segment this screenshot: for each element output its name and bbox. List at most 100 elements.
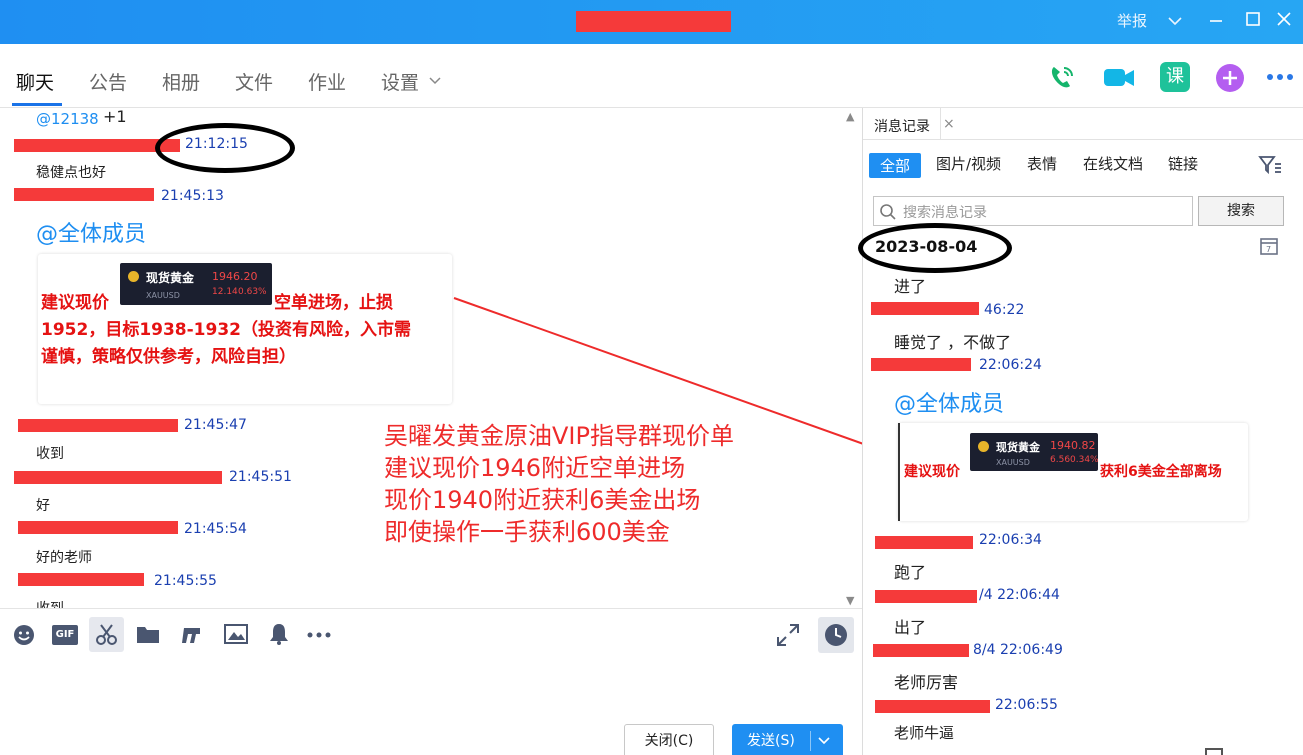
annotation-line: 现价1940附近获利6美金出场: [384, 486, 701, 514]
ticker-name: 现货黄金: [146, 271, 195, 285]
history-time: 22:06:34: [979, 532, 1042, 548]
close-button[interactable]: 关闭(C): [624, 724, 714, 755]
message-time: 21:45:51: [229, 469, 292, 485]
annotation-arrow: [453, 297, 894, 456]
chevron-down-icon[interactable]: [817, 734, 831, 748]
ticker-price: 1946.20: [212, 270, 258, 283]
close-icon[interactable]: ×: [943, 116, 955, 132]
more-icon[interactable]: [306, 631, 334, 639]
history-tab-strip: 消息记录 ×: [863, 108, 1303, 140]
clock-icon: [825, 624, 847, 646]
active-tab-indicator: [12, 103, 62, 106]
history-button[interactable]: [818, 617, 854, 653]
input-toolbar: GIF: [0, 608, 862, 658]
message-text: 好的老师: [36, 550, 92, 566]
search-button[interactable]: 搜索: [1198, 196, 1284, 226]
gold-coin-icon: [978, 441, 989, 452]
message-time: 21:45:55: [154, 573, 217, 589]
calendar-icon[interactable]: 7: [1259, 236, 1279, 256]
plus-one-text: +1: [103, 108, 127, 126]
gold-coin-icon: [128, 271, 139, 282]
bell-icon[interactable]: [268, 622, 290, 646]
search-placeholder: 搜索消息记录: [903, 205, 987, 221]
history-time: /4 22:06:44: [979, 587, 1060, 603]
filter-stickers[interactable]: 表情: [1027, 153, 1057, 174]
history-message: 睡觉了 ，不做了: [894, 333, 1012, 352]
chevron-down-icon[interactable]: [1166, 12, 1184, 30]
redacted-sender: [18, 521, 178, 534]
history-message: 跑了: [894, 563, 927, 582]
scroll-up-icon[interactable]: ▲: [846, 110, 854, 123]
ticker-name: 现货黄金: [996, 441, 1040, 454]
message-text: 收到: [36, 598, 64, 608]
redacted-sender: [871, 358, 971, 371]
more-icon[interactable]: [1266, 72, 1296, 82]
emoji-icon[interactable]: [12, 623, 36, 647]
mention-all-text[interactable]: @全体成员: [36, 216, 146, 248]
send-label: 发送(S): [747, 733, 795, 749]
message-text: 好: [36, 498, 50, 514]
tab-announcements[interactable]: 公告: [89, 68, 127, 95]
tab-settings[interactable]: 设置: [381, 68, 419, 95]
card-border: [898, 423, 900, 521]
filter-links[interactable]: 链接: [1168, 153, 1198, 174]
ticker-percent: 0.34%: [1070, 455, 1099, 465]
scroll-down-icon[interactable]: ▼: [846, 594, 854, 607]
folder-icon[interactable]: [136, 623, 160, 645]
filter-docs[interactable]: 在线文档: [1083, 153, 1143, 174]
redacted-sender: [871, 302, 979, 315]
tab-homework[interactable]: 作业: [308, 68, 346, 95]
history-time: 8/4 22:06:49: [973, 642, 1063, 658]
profit-image-card[interactable]: 建议现价 现货黄金 XAUUSD 1940.82 6.56 0.34% 获利6美…: [898, 423, 1248, 521]
redacted-sender: [18, 573, 144, 586]
strategy-image-card[interactable]: 建议现价 现货黄金 XAUUSD 1946.20 12.14 0.63% 空单进…: [38, 254, 452, 404]
phone-icon[interactable]: [1046, 62, 1078, 94]
plus-icon[interactable]: [1214, 62, 1246, 94]
message-time: 21:45:47: [184, 417, 247, 433]
checkbox-partial[interactable]: [1205, 748, 1223, 755]
redacted-sender: [875, 700, 990, 713]
ticker-symbol: XAUUSD: [146, 291, 180, 300]
filter-media[interactable]: 图片/视频: [936, 153, 1001, 174]
redacted-sender: [873, 644, 969, 657]
search-icon: [880, 204, 896, 220]
gif-icon[interactable]: GIF: [52, 625, 78, 645]
history-time: 22:06:55: [995, 697, 1058, 713]
redacted-sender: [14, 471, 222, 484]
message-history-panel: 消息记录 × 全部 图片/视频 表情 在线文档 链接 搜索消息记录 搜索 202…: [858, 108, 1303, 755]
card-text-suffix: 获利6美金全部离场: [1100, 464, 1222, 480]
history-search-field[interactable]: 搜索消息记录: [873, 196, 1193, 226]
music-icon[interactable]: [180, 623, 204, 647]
group-tab-bar: 聊天 公告 相册 文件 作业 设置 课: [0, 44, 1303, 108]
send-button[interactable]: 发送(S): [732, 724, 843, 755]
gold-ticker: 现货黄金 XAUUSD 1940.82 6.56 0.34%: [970, 433, 1099, 471]
message-text: 稳健点也好: [36, 165, 106, 181]
image-icon[interactable]: [224, 623, 248, 645]
filter-icon[interactable]: [1258, 154, 1282, 176]
chevron-down-icon[interactable]: [428, 74, 442, 88]
close-icon[interactable]: [1275, 10, 1293, 28]
highlight-circle: [858, 223, 1012, 273]
highlight-circle: [155, 123, 295, 173]
tab-files[interactable]: 文件: [235, 68, 273, 95]
history-tab[interactable]: 消息记录 ×: [863, 108, 955, 140]
redacted-sender: [875, 536, 973, 549]
ticker-symbol: XAUUSD: [996, 458, 1030, 467]
redacted-group-name: [576, 11, 731, 32]
tab-album[interactable]: 相册: [162, 68, 200, 95]
minimize-icon[interactable]: [1207, 12, 1225, 30]
ticker-change: 6.56: [1050, 455, 1071, 465]
lesson-icon[interactable]: 课: [1160, 62, 1190, 92]
history-time: 46:22: [984, 302, 1025, 318]
expand-icon[interactable]: [776, 623, 800, 647]
mention-all-text[interactable]: @全体成员: [894, 386, 1004, 418]
mention-link[interactable]: @12138: [36, 110, 99, 128]
card-text-prefix: 建议现价: [904, 464, 960, 480]
video-icon[interactable]: [1102, 64, 1136, 92]
scissors-button[interactable]: [89, 617, 124, 652]
title-bar: 举报: [0, 0, 1303, 44]
filter-all[interactable]: 全部: [869, 153, 922, 178]
tab-chat[interactable]: 聊天: [16, 68, 54, 95]
maximize-icon[interactable]: [1244, 10, 1262, 28]
report-button[interactable]: 举报: [1117, 10, 1147, 31]
